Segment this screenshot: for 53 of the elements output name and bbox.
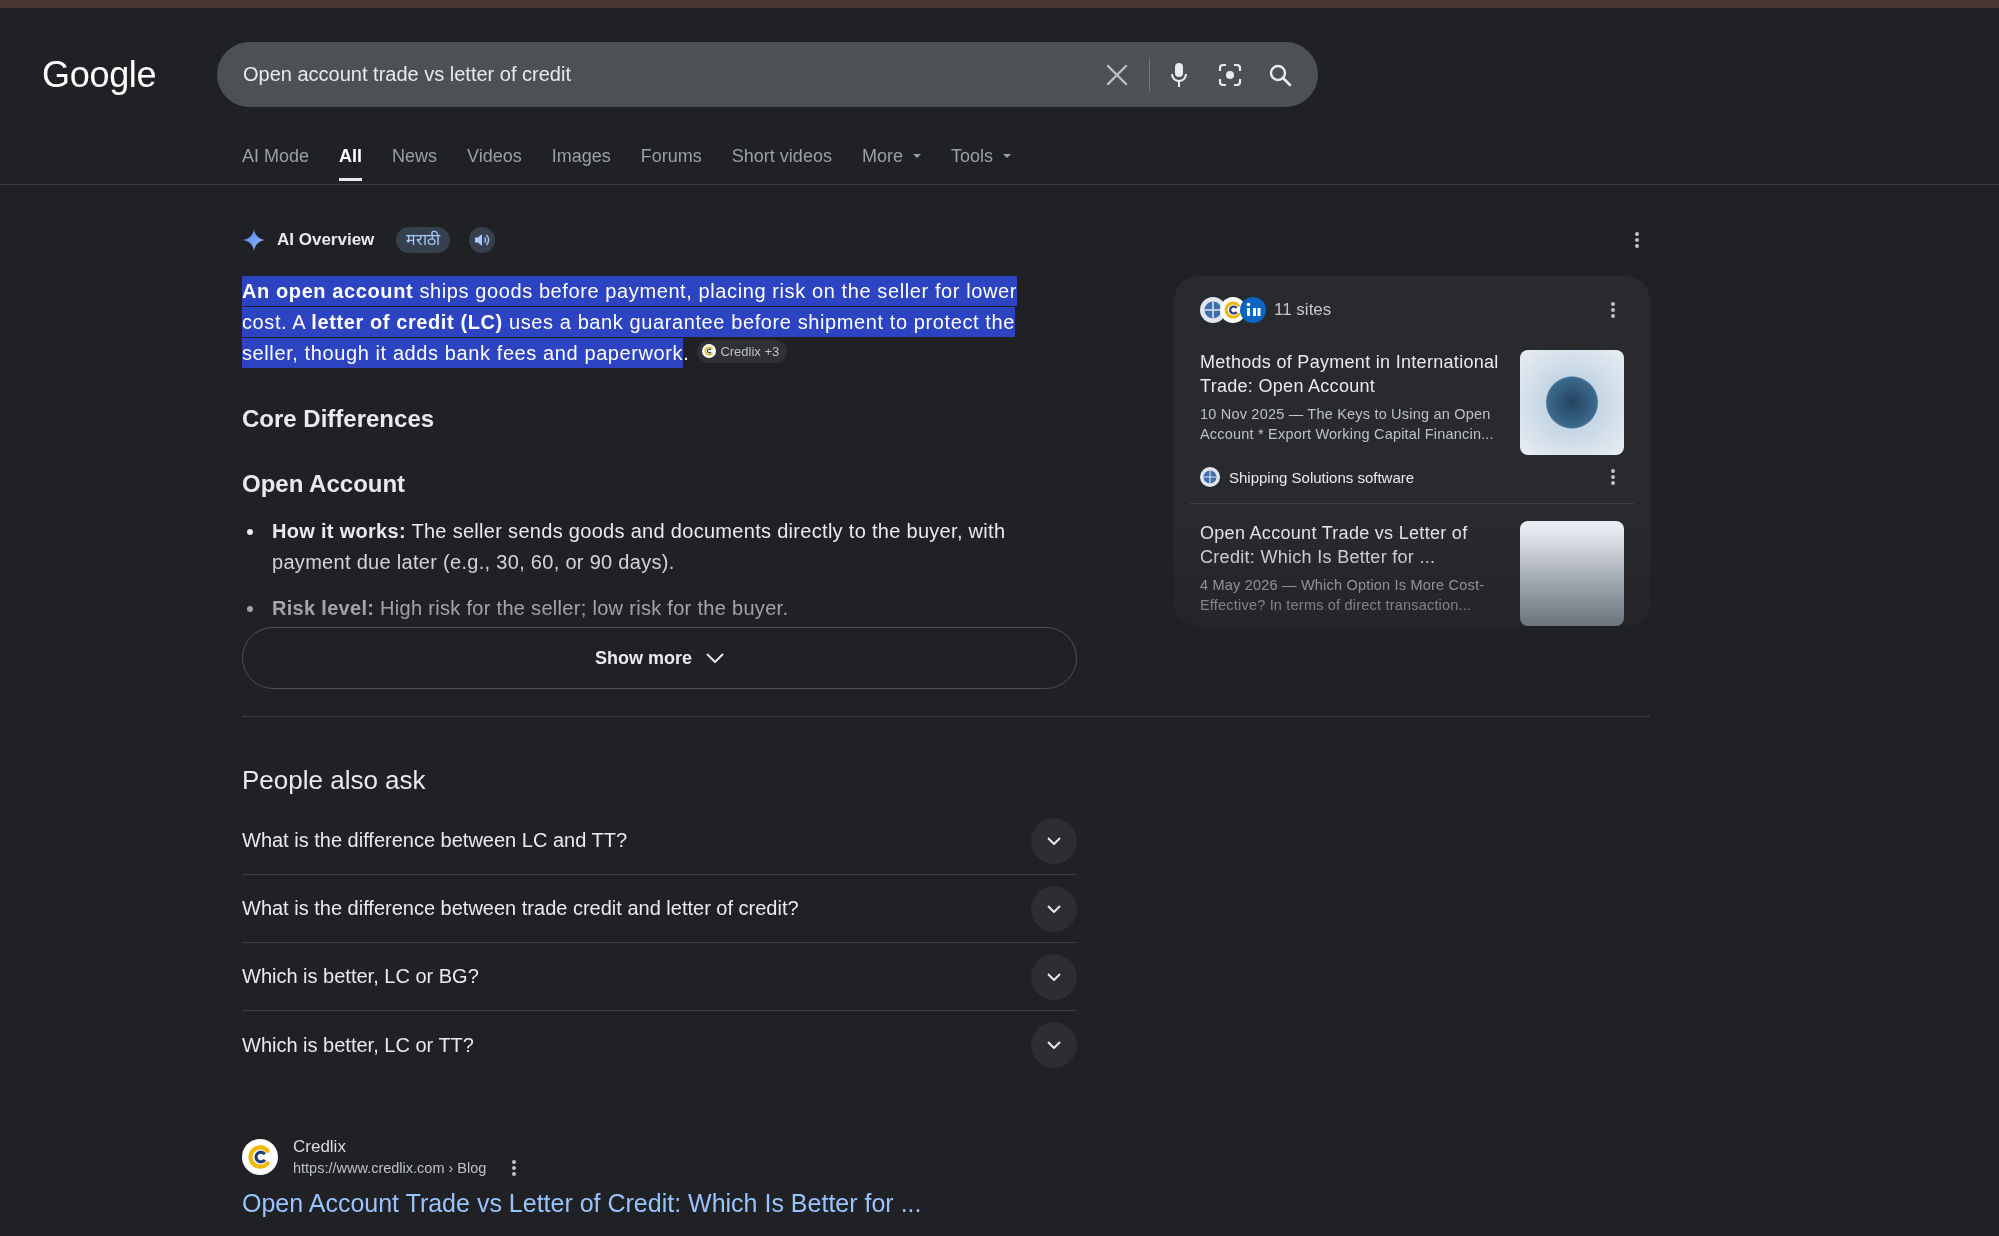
microphone-icon[interactable] bbox=[1171, 62, 1187, 87]
language-button[interactable]: मराठी bbox=[396, 227, 451, 253]
search-icon[interactable] bbox=[1268, 62, 1292, 87]
bullet-text: Risk level: High risk for the seller; low risk for the buyer. bbox=[272, 596, 789, 621]
listen-button[interactable] bbox=[469, 227, 496, 253]
caret-icon bbox=[1002, 154, 1011, 158]
result-title-link[interactable]: Open Account Trade vs Letter of Credit: Which Is Better for ... bbox=[242, 1188, 922, 1218]
more-options-icon[interactable] bbox=[1611, 302, 1615, 318]
more-options-icon[interactable] bbox=[1611, 469, 1615, 485]
sparkle-icon bbox=[242, 228, 266, 252]
question-text[interactable]: What is the difference between trade credit and letter of credit? bbox=[242, 897, 799, 920]
chevron-down-icon bbox=[706, 653, 724, 663]
site-logo-icon bbox=[242, 1139, 278, 1175]
caret-icon bbox=[912, 154, 921, 158]
camera-icon[interactable] bbox=[1218, 62, 1242, 87]
site-logo-icon bbox=[702, 344, 717, 358]
tab[interactable]: Images bbox=[551, 130, 611, 181]
question-text[interactable]: What is the difference between LC and TT? bbox=[242, 829, 628, 852]
source-snippet: 10 Nov 2025 — The Keys to Using an Open Account * Export Working Capital Financin... bbox=[1200, 405, 1495, 444]
section-heading: Open Account bbox=[242, 469, 407, 499]
source-title-link[interactable]: Methods of Payment in International Trade: Open Account bbox=[1200, 350, 1508, 398]
tab[interactable]: Tools bbox=[950, 130, 1011, 181]
tab[interactable]: More bbox=[861, 130, 921, 181]
site-name: Credlix bbox=[293, 1136, 347, 1158]
overview-title: AI Overview bbox=[277, 230, 375, 250]
search-field[interactable]: Open account trade vs letter of credit bbox=[243, 59, 1096, 90]
tab[interactable]: AI Mode bbox=[242, 130, 310, 181]
source-snippet: 4 May 2026 — Which Option Is More Cost-Effective? In terms of direct transaction... bbox=[1200, 576, 1486, 615]
question-text[interactable]: Which is better, LC or TT? bbox=[242, 1033, 474, 1057]
globe-favicon-icon bbox=[1200, 467, 1220, 487]
speaker-icon bbox=[474, 232, 491, 248]
tab[interactable]: All bbox=[339, 130, 363, 181]
sources-count: 11 sites bbox=[1274, 300, 1332, 320]
close-icon[interactable] bbox=[1106, 63, 1128, 86]
bullet-icon bbox=[247, 606, 253, 612]
citation-chip[interactable]: Credlix +3 bbox=[697, 339, 788, 363]
section-heading: Core Differences bbox=[242, 404, 436, 434]
bullet-text: How it works: The seller sends goods and documents directly to the buyer, with payment due later (e.g., 30, 60, or 90 days). bbox=[272, 519, 1007, 575]
search-bar[interactable]: Open account trade vs letter of credit bbox=[217, 42, 1318, 107]
more-options-icon[interactable] bbox=[1635, 232, 1639, 248]
source-title-link[interactable]: Open Account Trade vs Letter of Credit: Which Is Better for ... bbox=[1200, 521, 1508, 569]
logo[interactable]: Google bbox=[42, 53, 217, 96]
section-title: People also ask bbox=[242, 764, 427, 797]
tab[interactable]: Videos bbox=[467, 130, 522, 181]
more-options-icon[interactable] bbox=[512, 1160, 517, 1176]
question-text[interactable]: Which is better, LC or BG? bbox=[242, 965, 479, 988]
source-name: Shipping Solutions software bbox=[1229, 468, 1415, 486]
site-url: https://www.credlix.com › Blog bbox=[293, 1160, 487, 1176]
bars-favicon-icon bbox=[1240, 297, 1266, 323]
tab[interactable]: Forums bbox=[640, 130, 702, 181]
tab[interactable]: Short videos bbox=[731, 130, 832, 181]
tab[interactable]: News bbox=[392, 130, 438, 181]
bullet-icon bbox=[247, 529, 253, 535]
